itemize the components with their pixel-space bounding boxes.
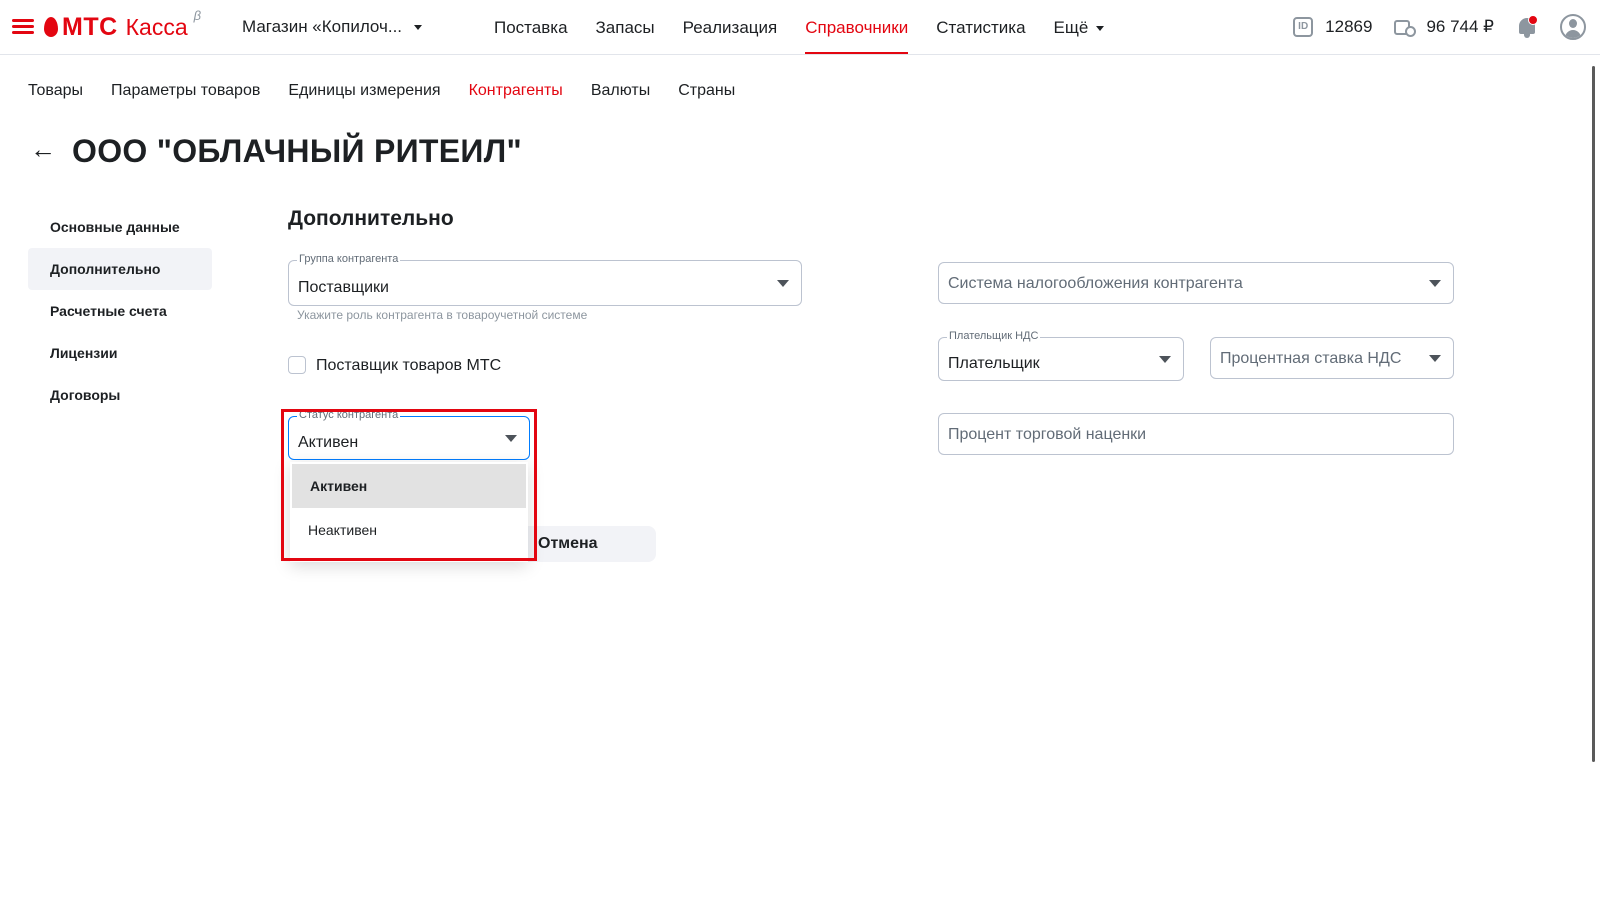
chevron-down-icon bbox=[1096, 26, 1105, 32]
nav-item-sales[interactable]: Реализация bbox=[669, 0, 792, 54]
field-value: Плательщик bbox=[948, 355, 1040, 372]
subnav-counterparties[interactable]: Контрагенты bbox=[469, 82, 563, 100]
bell-icon[interactable] bbox=[1516, 15, 1538, 39]
side-menu: Основные данные Дополнительно Расчетные … bbox=[28, 206, 212, 416]
notification-dot bbox=[1528, 15, 1538, 25]
subnav-countries[interactable]: Страны bbox=[678, 82, 735, 100]
tax-system-select[interactable]: Система налогообложения контрагента bbox=[938, 262, 1454, 304]
nav-item-statistics[interactable]: Статистика bbox=[922, 0, 1039, 54]
mts-supplier-checkbox[interactable] bbox=[288, 356, 306, 374]
dropdown-arrow-icon bbox=[1429, 280, 1441, 287]
vat-payer-select[interactable]: Плательщик НДС Плательщик bbox=[938, 330, 1184, 381]
field-value: Поставщики bbox=[298, 279, 389, 296]
sub-nav: Товары Параметры товаров Единицы измерен… bbox=[28, 82, 763, 100]
status-dropdown-menu: Активен Неактивен bbox=[290, 462, 528, 562]
counterparty-status-select[interactable]: Статус контрагента Активен bbox=[288, 409, 530, 460]
menu-icon[interactable] bbox=[12, 19, 34, 35]
side-item-additional[interactable]: Дополнительно bbox=[28, 248, 212, 290]
markup-percent-input[interactable]: Процент торговой наценки bbox=[938, 413, 1454, 455]
field-label: Статус контрагента bbox=[297, 409, 401, 421]
account-id: 12869 bbox=[1325, 17, 1373, 36]
side-item-main-data[interactable]: Основные данные bbox=[28, 206, 212, 248]
dropdown-arrow-icon bbox=[505, 435, 517, 442]
logo-mts-text: МТС bbox=[62, 12, 118, 41]
beta-badge: β bbox=[193, 7, 202, 23]
cancel-button[interactable]: Отмена bbox=[520, 526, 656, 562]
group-hint: Укажите роль контрагента в товароучетной… bbox=[297, 308, 588, 322]
subnav-goods-params[interactable]: Параметры товаров bbox=[111, 82, 260, 100]
field-placeholder: Система налогообложения контрагента bbox=[948, 275, 1243, 292]
section-title: Дополнительно bbox=[288, 207, 454, 230]
dropdown-arrow-icon bbox=[777, 280, 789, 287]
field-placeholder: Процент торговой наценки bbox=[948, 426, 1147, 443]
side-item-licenses[interactable]: Лицензии bbox=[28, 332, 212, 374]
store-name: Магазин «Копилоч... bbox=[242, 17, 403, 36]
subnav-units[interactable]: Единицы измерения bbox=[288, 82, 440, 100]
subnav-goods[interactable]: Товары bbox=[28, 82, 83, 100]
subnav-currencies[interactable]: Валюты bbox=[591, 82, 650, 100]
dropdown-arrow-icon bbox=[1159, 356, 1171, 363]
id-icon: ID bbox=[1293, 17, 1314, 37]
status-option-inactive[interactable]: Неактивен bbox=[290, 508, 528, 552]
side-item-accounts[interactable]: Расчетные счета bbox=[28, 290, 212, 332]
field-placeholder: Процентная ставка НДС bbox=[1220, 350, 1402, 367]
header-tools: ID 12869 96 744 ₽ bbox=[1293, 0, 1586, 54]
avatar-icon[interactable] bbox=[1560, 14, 1586, 40]
nav-item-supply[interactable]: Поставка bbox=[480, 0, 582, 54]
page-title: ООО "ОБЛАЧНЫЙ РИТЕИЛ" bbox=[72, 133, 522, 169]
mts-egg-icon bbox=[44, 17, 58, 37]
field-label: Плательщик НДС bbox=[947, 330, 1041, 342]
side-item-contracts[interactable]: Договоры bbox=[28, 374, 212, 416]
field-value: Активен bbox=[298, 434, 359, 451]
chevron-down-icon bbox=[414, 24, 423, 30]
scrollbar[interactable] bbox=[1592, 66, 1595, 762]
field-label: Группа контрагента bbox=[297, 253, 401, 265]
store-selector[interactable]: Магазин «Копилоч... bbox=[242, 17, 423, 37]
nav-item-more[interactable]: Ещё bbox=[1040, 0, 1119, 54]
nav-item-stock[interactable]: Запасы bbox=[582, 0, 669, 54]
back-arrow-icon[interactable]: ← bbox=[30, 134, 56, 165]
status-option-active[interactable]: Активен bbox=[292, 464, 526, 508]
vat-rate-select[interactable]: Процентная ставка НДС bbox=[1210, 337, 1454, 379]
mts-supplier-label: Поставщик товаров МТС bbox=[316, 357, 502, 374]
balance-value[interactable]: 96 744 ₽ bbox=[1426, 17, 1494, 37]
logo[interactable]: МТС Касса β bbox=[44, 7, 202, 44]
wallet-icon bbox=[1394, 17, 1417, 37]
nav-item-references[interactable]: Справочники bbox=[791, 0, 922, 54]
counterparty-group-select[interactable]: Группа контрагента Поставщики bbox=[288, 253, 802, 306]
top-bar: МТС Касса β Магазин «Копилоч... Поставка… bbox=[0, 0, 1600, 55]
main-nav: Поставка Запасы Реализация Справочники С… bbox=[480, 0, 1118, 54]
dropdown-arrow-icon bbox=[1429, 355, 1441, 362]
logo-kassa-text: Касса bbox=[125, 13, 188, 40]
nav-more-label: Ещё bbox=[1053, 18, 1089, 37]
